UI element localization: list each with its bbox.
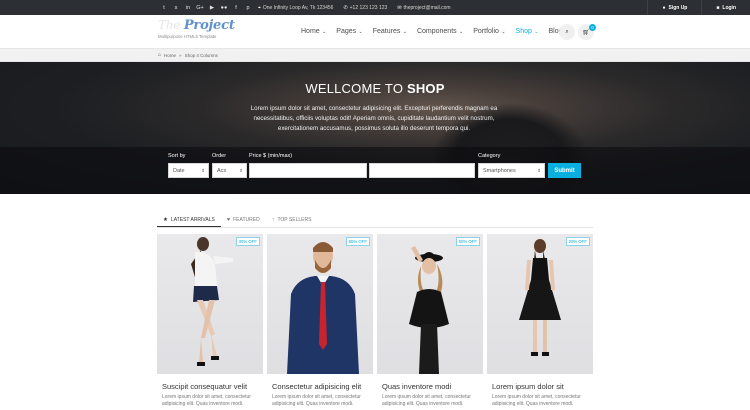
hero-title: WELLCOME TO SHOP	[305, 81, 445, 96]
submit-button[interactable]: Submit	[548, 163, 581, 178]
breadcrumb-home[interactable]: Home	[164, 53, 176, 58]
product-title[interactable]: Quas inventore modi	[382, 382, 451, 391]
linkedin-icon[interactable]: in	[182, 5, 194, 11]
top-bar: t s in G+ ▶ ●● f p ⌖ One Infinity Loop Av…	[0, 0, 750, 15]
tab-top-sellers[interactable]: ↑ TOP SELLERS	[266, 213, 318, 227]
product-description: Lorem ipsum dolor sit amet, consectetur …	[382, 394, 471, 407]
search-button[interactable]: ⌕	[559, 24, 575, 40]
main-nav: Home ⌄ Pages ⌄ Features ⌄ Components ⌄ P…	[301, 15, 579, 48]
product-image[interactable]: 55% OFF	[267, 234, 373, 374]
nav-item-features[interactable]: Features ⌄	[373, 28, 407, 35]
product-card[interactable]: 30% OFF Suscipit consequatur velit Lorem…	[157, 234, 263, 410]
chevron-down-icon: ⌄	[499, 29, 506, 35]
category-select[interactable]: Smartphones ⇕	[478, 163, 545, 178]
price-label: Price $ (min/max)	[249, 153, 293, 159]
product-card[interactable]: 50% OFF Quas inventore modi Lorem ipsum …	[377, 234, 483, 410]
select-arrows-icon: ⇕	[537, 167, 541, 173]
map-marker-icon: ⌖	[258, 4, 261, 11]
product-card[interactable]: 55% OFF Consectetur adipisicing elit Lor…	[267, 234, 373, 410]
skype-icon[interactable]: s	[170, 5, 182, 11]
chevron-down-icon: ⌄	[457, 29, 464, 35]
nav-item-shop[interactable]: Shop ⌄	[516, 28, 539, 35]
product-image[interactable]: 20% OFF	[487, 234, 593, 374]
heart-icon: ♥	[226, 217, 231, 223]
tab-featured[interactable]: ♥ FEATURED	[221, 213, 266, 227]
nav-item-home[interactable]: Home ⌄	[301, 28, 326, 35]
home-icon: ⌂	[158, 52, 162, 58]
social-links: t s in G+ ▶ ●● f p	[158, 0, 254, 15]
nav-item-pages[interactable]: Pages ⌄	[336, 28, 362, 35]
flickr-icon[interactable]: ●●	[218, 5, 230, 11]
logo-text: The Project	[158, 18, 235, 33]
chevron-down-icon: ⌄	[320, 29, 327, 35]
logo[interactable]: The Project Multipurpose HTML5 Template	[158, 18, 235, 39]
tab-latest-arrivals[interactable]: ★ LATEST ARRIVALS	[157, 213, 221, 227]
twitter-icon[interactable]: t	[158, 5, 170, 11]
nav-item-components[interactable]: Components ⌄	[417, 28, 463, 35]
chevron-down-icon: ⌄	[357, 29, 363, 35]
main-header: The Project Multipurpose HTML5 Template …	[0, 15, 750, 48]
search-icon: ⌕	[565, 28, 569, 35]
phone-icon: ✆	[343, 4, 348, 11]
product-description: Lorem ipsum dolor sit amet, consectetur …	[492, 394, 581, 407]
lock-icon: ■	[716, 4, 720, 11]
breadcrumb-current: Shop 4 Columns	[184, 52, 218, 58]
price-min-input[interactable]	[249, 163, 367, 178]
user-icon: ●	[662, 4, 666, 11]
hero-text: Lorem ipsum dolor sit amet, consectetur …	[250, 105, 498, 132]
discount-badge: 20% OFF	[565, 237, 590, 246]
chevron-down-icon: ⌄	[532, 29, 539, 35]
phone: ✆ +12 123 123 123	[343, 4, 388, 11]
address: ⌖ One Infinity Loop Av, Tk 123456	[258, 4, 334, 11]
facebook-icon[interactable]: f	[230, 5, 242, 11]
arrow-up-icon: ↑	[271, 217, 275, 223]
pinterest-icon[interactable]: p	[242, 5, 254, 11]
contact-info: ⌖ One Infinity Loop Av, Tk 123456 ✆ +12 12…	[258, 0, 451, 15]
product-title[interactable]: Suscipit consequatur velit	[162, 382, 247, 391]
cart-icon: 🛒︎	[582, 29, 590, 36]
logo-tagline: Multipurpose HTML5 Template	[158, 34, 217, 39]
product-image[interactable]: 30% OFF	[157, 234, 263, 374]
select-arrows-icon: ⇕	[201, 167, 205, 173]
select-arrows-icon: ⇕	[239, 167, 243, 173]
google-plus-icon[interactable]: G+	[194, 5, 206, 11]
login-button[interactable]: ■ Login	[701, 0, 750, 15]
model-photo	[409, 246, 449, 374]
price-max-input[interactable]	[369, 163, 475, 178]
product-tabs: ★ LATEST ARRIVALS ♥ FEATURED ↑ TOP SELLERS	[157, 213, 317, 227]
email-link[interactable]: ✉ theproject@mail.com	[397, 5, 450, 11]
youtube-icon[interactable]: ▶	[206, 5, 218, 11]
breadcrumb: ⌂ Home » Shop 4 Columns	[0, 48, 750, 62]
discount-badge: 30% OFF	[235, 237, 260, 246]
nav-item-portfolio[interactable]: Portfolio ⌄	[473, 28, 505, 35]
model-photo	[191, 237, 233, 366]
product-card[interactable]: 20% OFF Lorem ipsum dolor sit Lorem ipsu…	[487, 234, 593, 410]
signup-button[interactable]: ● Sign Up	[647, 0, 701, 15]
order-select[interactable]: Acs ⇕	[212, 163, 247, 178]
cart-count-badge: 0	[589, 24, 596, 31]
product-title[interactable]: Lorem ipsum dolor sit	[492, 382, 564, 391]
product-description: Lorem ipsum dolor sit amet, consectetur …	[162, 394, 251, 407]
product-description: Lorem ipsum dolor sit amet, consectetur …	[272, 394, 361, 407]
breadcrumb-separator: »	[179, 52, 182, 58]
account-links: ● Sign Up ■ Login	[647, 0, 750, 15]
sort-by-label: Sort by	[168, 153, 186, 159]
product-title[interactable]: Consectetur adipisicing elit	[272, 382, 361, 391]
sort-by-select[interactable]: Date ⇕	[168, 163, 209, 178]
model-photo	[287, 242, 359, 374]
discount-badge: 55% OFF	[345, 237, 370, 246]
order-label: Order	[212, 153, 227, 159]
model-photo	[519, 239, 561, 356]
chevron-down-icon: ⌄	[401, 29, 407, 35]
discount-badge: 50% OFF	[455, 237, 480, 246]
star-icon: ★	[163, 216, 168, 223]
envelope-icon: ✉	[397, 4, 402, 11]
category-label: Category	[478, 153, 501, 159]
tab-divider	[157, 227, 593, 228]
product-image[interactable]: 50% OFF	[377, 234, 483, 374]
